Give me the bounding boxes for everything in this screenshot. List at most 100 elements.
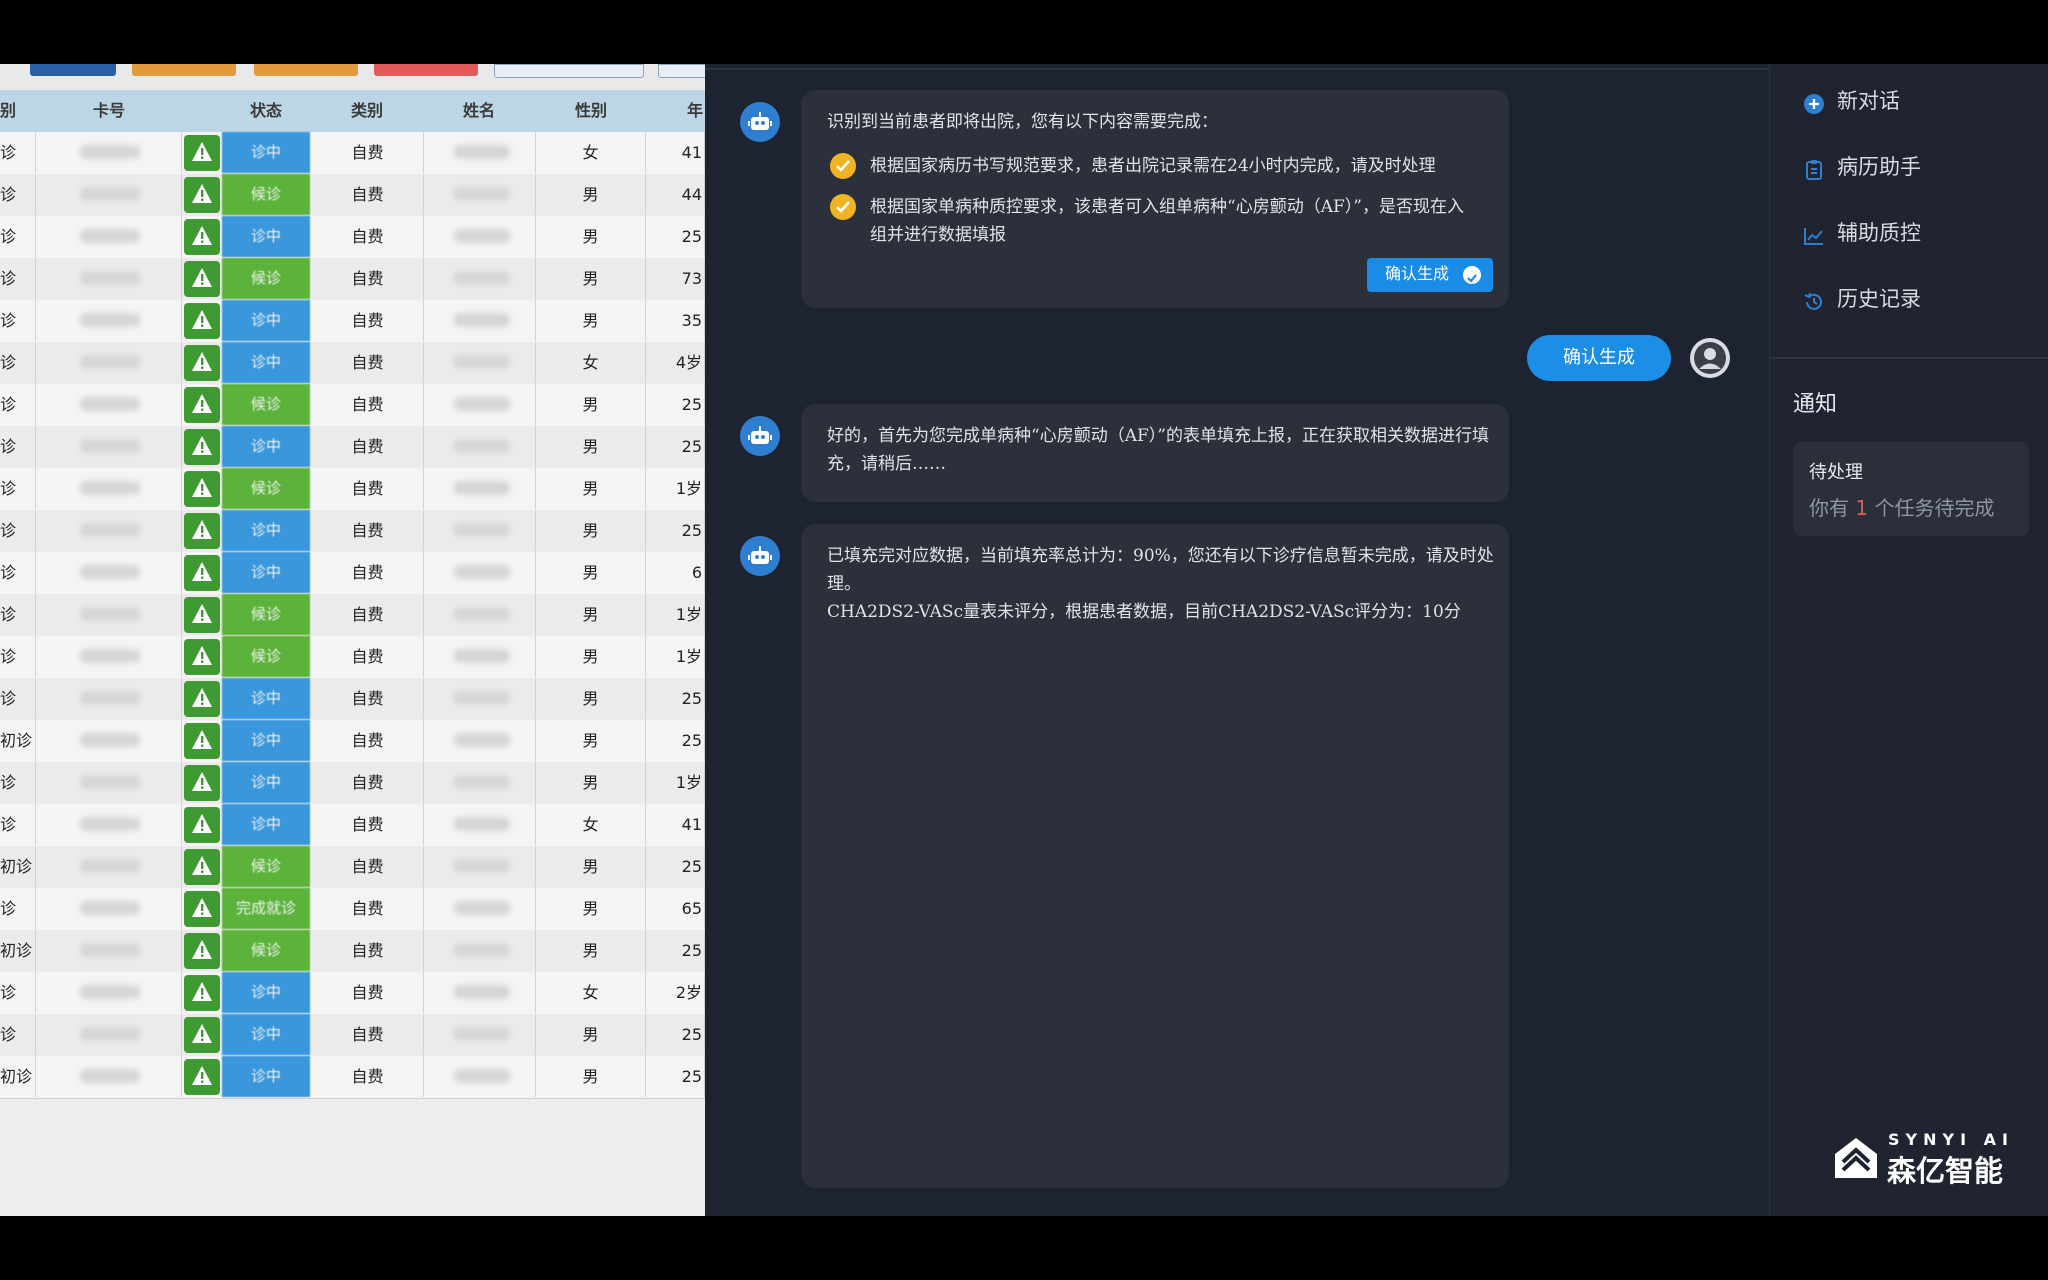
visit-type-cell: 诊 [0, 594, 36, 635]
warning-icon[interactable] [184, 1017, 220, 1053]
table-row[interactable]: 诊 候诊 自费 男 73 [0, 258, 705, 301]
toolbar-button[interactable] [494, 64, 644, 78]
sex-cell: 男 [536, 888, 646, 929]
warning-icon[interactable] [184, 513, 220, 549]
sex-cell: 男 [536, 1014, 646, 1055]
table-row[interactable]: 诊 诊中 自费 女 41 [0, 132, 705, 175]
warning-icon[interactable] [184, 765, 220, 801]
name-cell [424, 216, 536, 257]
visit-type-cell: 诊 [0, 384, 36, 425]
warning-icon[interactable] [184, 639, 220, 675]
card-number-cell [36, 636, 182, 677]
toolbar-button[interactable] [30, 64, 116, 76]
table-body: 诊诊中 自费女 41 诊候诊 自费男 44 诊诊中 自费男 25 诊候诊 自费男 73 诊诊中 自费男 35… [0, 132, 705, 1152]
redacted-value [454, 607, 510, 621]
warning-icon[interactable] [184, 555, 220, 591]
warning-icon[interactable] [184, 681, 220, 717]
visit-type-cell: 初诊 [0, 720, 36, 761]
sex-cell: 男 [536, 468, 646, 509]
warning-icon[interactable] [184, 975, 220, 1011]
name-cell [424, 594, 536, 635]
table-row[interactable]: 诊 诊中 自费 男 35 [0, 300, 705, 343]
table-row[interactable]: 诊 诊中 自费 男 25 [0, 426, 705, 469]
warning-icon[interactable] [184, 219, 220, 255]
card-number-cell [36, 258, 182, 299]
warning-icon[interactable] [184, 471, 220, 507]
age-cell: 25 [646, 720, 705, 761]
button-label: 确认生成 [1384, 266, 1449, 283]
age-cell: 65 [646, 888, 705, 929]
name-cell [424, 300, 536, 341]
sex-cell: 男 [536, 426, 646, 467]
toolbar-button[interactable] [254, 64, 358, 76]
warning-icon[interactable] [184, 177, 220, 213]
notification-title: 通知 [1793, 392, 1838, 417]
table-row[interactable]: 诊 候诊 自费 男 1岁 [0, 636, 705, 679]
table-row[interactable]: 诊 诊中 自费 男 6 [0, 552, 705, 595]
check-circle-icon [1463, 266, 1481, 284]
name-cell [424, 1056, 536, 1097]
category-cell: 自费 [312, 132, 424, 173]
sex-cell: 男 [536, 1056, 646, 1097]
warning-icon[interactable] [184, 933, 220, 969]
status-badge: 诊中 [222, 720, 310, 761]
card-number-cell [36, 930, 182, 971]
confirm-generate-button[interactable]: 确认生成 [1366, 258, 1493, 292]
warning-icon[interactable] [184, 597, 220, 633]
warning-icon[interactable] [184, 849, 220, 885]
visit-type-cell: 诊 [0, 300, 36, 341]
warning-icon[interactable] [184, 1059, 220, 1095]
table-row[interactable]: 诊 候诊 自费 男 1岁 [0, 594, 705, 637]
sex-cell: 男 [536, 720, 646, 761]
age-cell: 25 [646, 1056, 705, 1097]
table-row[interactable]: 诊 诊中 自费 男 25 [0, 678, 705, 721]
warning-icon[interactable] [184, 345, 220, 381]
warning-icon[interactable] [184, 261, 220, 297]
redacted-value [454, 313, 510, 327]
table-row[interactable]: 初诊 诊中 自费 男 25 [0, 1056, 705, 1099]
table-row[interactable]: 诊 诊中 自费 女 41 [0, 804, 705, 847]
visit-type-cell: 诊 [0, 216, 36, 257]
table-row[interactable]: 诊 诊中 自费 女 4岁 [0, 342, 705, 385]
table-row[interactable]: 诊 完成就诊 自费 男 65 [0, 888, 705, 931]
table-row[interactable]: 诊 候诊 自费 男 44 [0, 174, 705, 217]
age-cell: 35 [646, 300, 705, 341]
category-cell: 自费 [312, 552, 424, 593]
toolbar-button[interactable] [658, 64, 705, 78]
warning-icon[interactable] [184, 891, 220, 927]
warning-icon[interactable] [184, 807, 220, 843]
table-row[interactable]: 诊 候诊 自费 男 25 [0, 384, 705, 427]
warning-icon[interactable] [184, 135, 220, 171]
table-row[interactable]: 诊 诊中 自费 男 25 [0, 1014, 705, 1057]
name-cell [424, 342, 536, 383]
table-row[interactable]: 诊 候诊 自费 男 1岁 [0, 468, 705, 511]
warning-icon[interactable] [184, 303, 220, 339]
warning-icon[interactable] [184, 723, 220, 759]
warning-icon[interactable] [184, 387, 220, 423]
table-row[interactable]: 初诊 诊中 自费 男 25 [0, 720, 705, 763]
table-row[interactable]: 诊 诊中 自费 男 25 [0, 216, 705, 259]
category-cell: 自费 [312, 300, 424, 341]
table-row[interactable]: 初诊 候诊 自费 男 25 [0, 930, 705, 973]
toolbar-button[interactable] [132, 64, 236, 76]
bot-message: 已填充完对应数据，当前填充率总计为：90%，您还有以下诊疗信息暂未完成，请及时处… [801, 524, 1509, 1188]
table-row[interactable]: 初诊 候诊 自费 男 25 [0, 846, 705, 889]
visit-type-cell: 诊 [0, 888, 36, 929]
patient-list-panel: 别 卡号 状态 类别 姓名 性别 年 诊诊中 自费女 41 诊候诊 自费男 44 诊诊中 自费… [0, 64, 705, 1216]
name-cell [424, 552, 536, 593]
table-row[interactable]: 诊 诊中 自费 男 25 [0, 510, 705, 553]
toolbar-button[interactable] [374, 64, 478, 76]
pending-task-card[interactable]: 待处理 你有 1 个任务待完成 [1793, 442, 2029, 536]
redacted-value [454, 649, 510, 663]
logo-mark-icon [1833, 1134, 1879, 1184]
table-row[interactable]: 诊 诊中 自费 女 2岁 [0, 972, 705, 1015]
message-text: 好的，首先为您完成单病种“心房颤动（AF）”的表单填充上报，正在获取相关数据进行… [827, 426, 1489, 474]
warning-icon[interactable] [184, 429, 220, 465]
category-cell: 自费 [312, 258, 424, 299]
card-number-cell [36, 594, 182, 635]
age-cell: 44 [646, 174, 705, 215]
user-message[interactable]: 确认生成 [1527, 335, 1671, 381]
redacted-value [454, 775, 510, 789]
table-row[interactable]: 诊 诊中 自费 男 1岁 [0, 762, 705, 805]
divider [1770, 357, 2048, 359]
